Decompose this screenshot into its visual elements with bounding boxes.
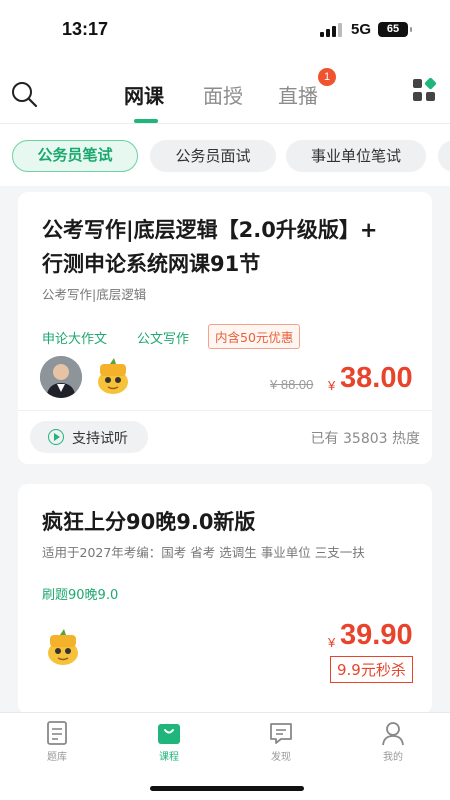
question-bank-icon: [47, 721, 67, 745]
discover-chat-icon: [270, 723, 292, 744]
tab-online-course[interactable]: 网课: [124, 80, 164, 109]
category-chips: 公务员笔试 公务员面试 事业单位笔试: [0, 124, 450, 186]
profile-icon: [382, 722, 404, 746]
course-title: 疯狂上分90晚9.0新版: [42, 510, 256, 534]
course-subtitle: 公考写作|底层逻辑: [42, 287, 147, 302]
promo-badge: 内含50元优惠: [208, 324, 301, 349]
mascot-avatar: [92, 356, 134, 398]
course-tag: 公文写作: [137, 332, 190, 347]
tab-discover[interactable]: 发现: [251, 719, 311, 763]
chip-civil-interview[interactable]: 公务员面试: [150, 140, 276, 172]
mascot-avatar: [42, 627, 84, 669]
course-subtitle: 适用于2027年考编：国考 省考 选调生 事业单位 三支一扶: [42, 545, 365, 560]
search-icon[interactable]: [10, 80, 38, 108]
signal-icon: [320, 23, 342, 37]
chip-institution-written[interactable]: 事业单位笔试: [286, 140, 426, 172]
network-label: 5G: [351, 21, 372, 38]
category-grid-icon[interactable]: [412, 78, 436, 102]
course-bag-icon: [158, 724, 180, 744]
course-tag: 申论大作文: [42, 332, 108, 347]
course-price: 38.00: [340, 362, 413, 394]
card-divider: [18, 410, 432, 411]
chip-civil-written[interactable]: 公务员笔试: [12, 140, 138, 172]
play-icon: [48, 429, 64, 445]
active-tab-indicator: [134, 119, 158, 123]
heat-count: 已有 35803 热度: [310, 431, 420, 447]
currency-symbol: ¥: [328, 635, 336, 650]
chip-more[interactable]: [438, 140, 450, 172]
tab-label: 题库: [47, 752, 67, 763]
tab-label: 我的: [383, 752, 403, 763]
tab-profile[interactable]: 我的: [363, 719, 423, 763]
course-tag: 刷题90晚9.0: [42, 588, 119, 603]
status-time: 13:17: [62, 19, 109, 39]
original-price: ¥ 88.00: [270, 377, 314, 392]
tab-label: 课程: [159, 752, 179, 763]
currency-symbol: ¥: [328, 378, 336, 393]
course-title-line1: 公考写作|底层逻辑【2.0升级版】+: [42, 218, 378, 242]
course-card[interactable]: 疯狂上分90晚9.0新版 适用于2027年考编：国考 省考 选调生 事业单位 三…: [18, 484, 432, 714]
tab-label: 发现: [271, 752, 291, 763]
course-price: 39.90: [340, 619, 413, 651]
live-badge: 1: [318, 68, 336, 86]
tab-live[interactable]: 直播: [278, 80, 318, 109]
tab-in-person[interactable]: 面授: [203, 80, 243, 109]
course-card[interactable]: 公考写作|底层逻辑【2.0升级版】+ 行测申论系统网课91节 公考写作|底层逻辑…: [18, 192, 432, 464]
trial-listen-label: 支持试听: [72, 431, 128, 447]
home-indicator: [150, 786, 304, 791]
tab-question-bank[interactable]: 题库: [27, 719, 87, 763]
battery-icon: 65: [378, 22, 412, 37]
teacher-avatar: [40, 356, 82, 398]
status-bar: 13:17 5G 65: [0, 0, 450, 60]
trial-listen-button[interactable]: 支持试听: [30, 421, 148, 453]
tab-courses[interactable]: 课程: [139, 719, 199, 763]
flash-sale-badge: 9.9元秒杀: [330, 656, 413, 683]
course-title-line2: 行测申论系统网课91节: [42, 252, 261, 276]
top-nav: 网课 面授 直播 1: [0, 60, 450, 124]
